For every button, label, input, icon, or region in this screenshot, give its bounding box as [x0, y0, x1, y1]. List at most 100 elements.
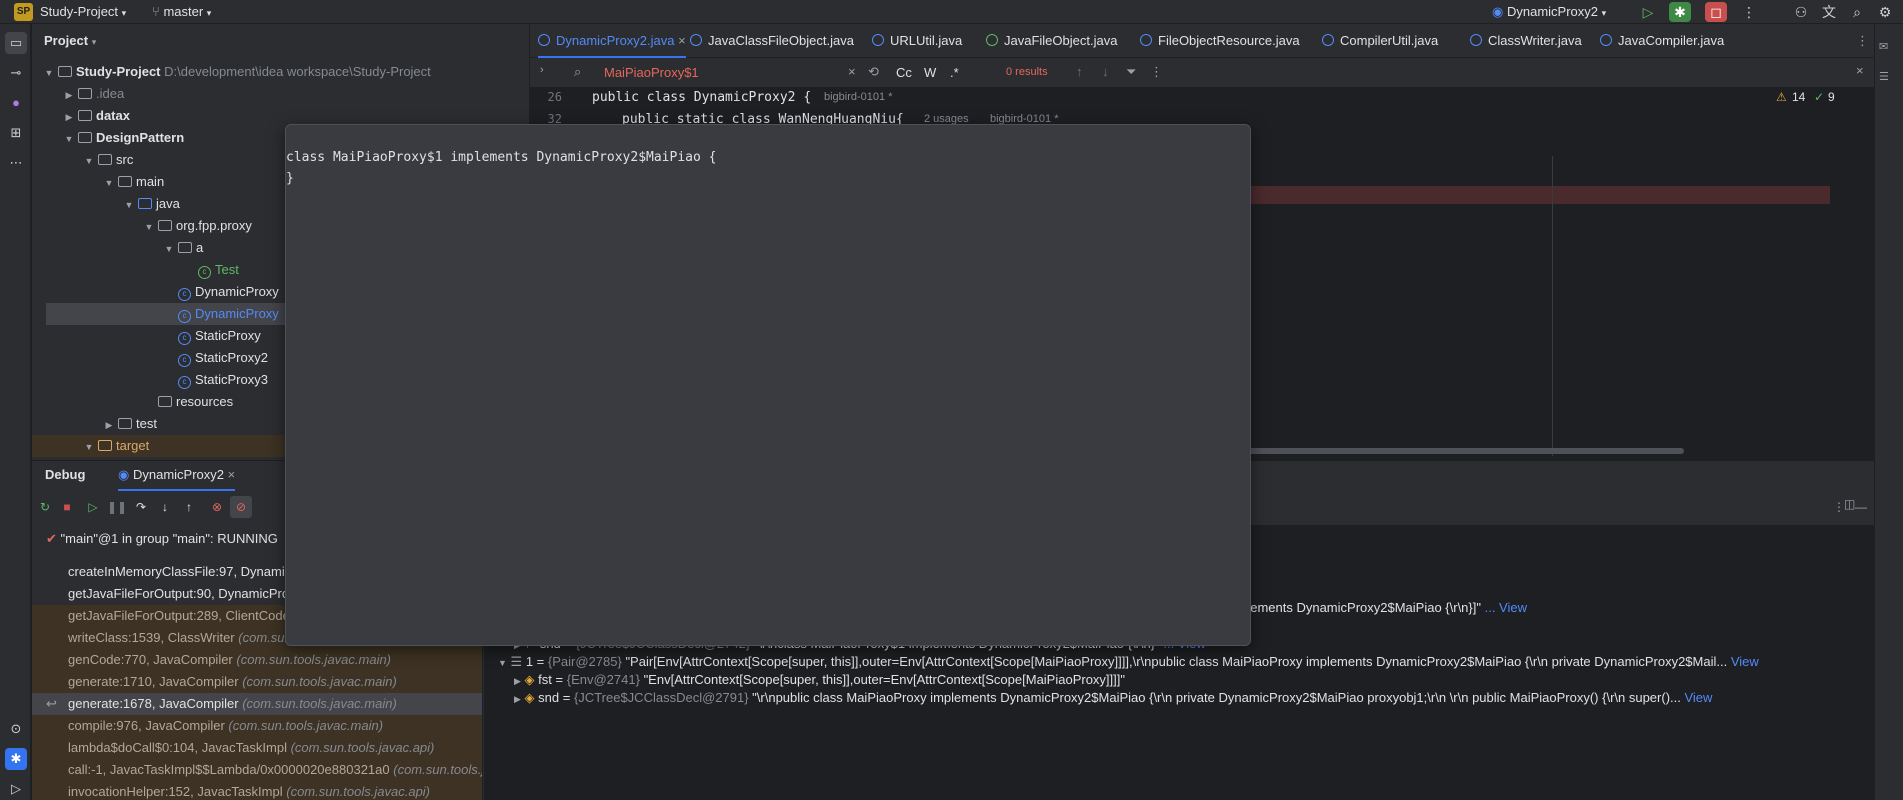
tree-item-study-project[interactable]: ▼ Study-Project D:\development\idea works… — [42, 61, 431, 83]
run-tool-icon[interactable]: ▷ — [5, 778, 27, 800]
project-switcher[interactable]: Study-Project ▾ — [40, 0, 126, 24]
resume-icon[interactable]: ▷ — [82, 496, 104, 518]
warning-icon[interactable]: ⚠ — [1776, 90, 1787, 104]
checks-count[interactable]: 9 — [1828, 90, 1835, 104]
services-tool-icon[interactable]: ⊙ — [5, 718, 27, 740]
view-link[interactable]: View — [1684, 690, 1712, 705]
tab-javacompiler[interactable]: JavaCompiler.java — [1600, 24, 1724, 58]
tab-debug-session[interactable]: ◉ DynamicProxy2 × — [118, 467, 236, 491]
rerun-icon[interactable]: ▷ — [1637, 2, 1659, 22]
warnings-count[interactable]: 14 — [1792, 90, 1805, 104]
add-user-icon[interactable]: ⚇ — [1790, 2, 1812, 22]
tab-urlutil[interactable]: URLUtil.java — [872, 24, 962, 58]
return-icon: ↩ — [46, 696, 57, 711]
match-case-toggle[interactable]: Cc — [896, 65, 912, 80]
clear-icon[interactable]: × — [848, 64, 856, 79]
view-link[interactable]: View — [1731, 654, 1759, 669]
tabs-more-icon[interactable]: ⋮ — [1856, 24, 1869, 58]
tree-item-java[interactable]: ▼ java — [122, 193, 180, 215]
close-icon[interactable]: × — [228, 467, 236, 482]
translate-icon[interactable]: 文 — [1818, 2, 1840, 22]
step-over-icon[interactable]: ↷ — [130, 496, 152, 518]
tree-item-package[interactable]: ▼ org.fpp.proxy — [142, 215, 252, 237]
breakpoint-line-highlight — [1230, 186, 1830, 204]
tab-javaclassfileobject[interactable]: JavaClassFileObject.java — [690, 24, 854, 58]
stack-frame[interactable]: lambda$doCall$0:104, JavacTaskImpl (com.… — [32, 737, 482, 759]
pause-icon[interactable]: ❚❚ — [106, 496, 128, 518]
chevron-down-icon: ▾ — [91, 37, 97, 47]
stack-frame-current[interactable]: ↩ generate:1678, JavaCompiler (com.sun.to… — [32, 693, 482, 715]
debug-run-icon[interactable]: ✱ — [1669, 2, 1691, 22]
tree-item-staticproxy3[interactable]: c StaticProxy3 — [176, 369, 268, 391]
step-into-icon[interactable]: ↓ — [154, 496, 176, 518]
project-panel-header[interactable]: Project ▾ — [32, 24, 96, 58]
commit-tool-icon[interactable]: ⊸ — [5, 62, 27, 84]
variable-name: snd — [538, 690, 560, 705]
prev-occurrence-icon[interactable]: ↑ — [1076, 64, 1083, 79]
words-toggle[interactable]: W — [924, 65, 936, 80]
stack-frame[interactable]: call:-1, JavacTaskImpl$$Lambda/0x0000020… — [32, 759, 482, 781]
rerun-icon[interactable]: ↻ — [34, 496, 56, 518]
project-tool-icon[interactable]: ▭ — [5, 32, 27, 54]
close-icon[interactable]: × — [678, 33, 686, 48]
tab-fileobjectresource[interactable]: FileObjectResource.java — [1140, 24, 1300, 58]
tab-classwriter[interactable]: ClassWriter.java — [1470, 24, 1582, 58]
tree-item-a[interactable]: ▼ a — [162, 237, 204, 259]
stack-frame[interactable]: genCode:770, JavaCompiler (com.sun.tools… — [32, 649, 482, 671]
horizontal-scrollbar[interactable] — [1180, 448, 1684, 454]
stack-frame[interactable]: invocationHelper:152, JavacTaskImpl (com… — [32, 781, 482, 800]
mute-breakpoints-icon[interactable]: ⊘ — [230, 496, 252, 518]
structure-tool-icon[interactable]: ⊞ — [5, 122, 27, 144]
project-badge[interactable]: SP — [14, 3, 33, 21]
notifications-icon[interactable]: ✉ — [1879, 40, 1899, 60]
chevron-right-icon[interactable]: › — [540, 64, 544, 76]
check-icon[interactable]: ✓ — [1814, 90, 1824, 104]
debug-tool-icon[interactable]: ✱ — [5, 748, 27, 770]
value-popup[interactable]: class MaiPiaoProxy$1 implements DynamicP… — [285, 124, 1251, 646]
layout-icon[interactable]: ◫ — [1844, 497, 1855, 511]
tree-item-staticproxy2[interactable]: c StaticProxy2 — [176, 347, 268, 369]
plugin-tool-icon[interactable]: ● — [5, 92, 27, 114]
chevron-down-icon: ▼ — [44, 68, 54, 78]
stack-frame[interactable]: compile:976, JavaCompiler (com.sun.tools… — [32, 715, 482, 737]
close-find-icon[interactable]: × — [1856, 63, 1864, 78]
tree-item-test-class[interactable]: c Test — [196, 259, 239, 281]
stack-frame[interactable]: generate:1710, JavaCompiler (com.sun.too… — [32, 671, 482, 693]
tree-item-dynamicproxy[interactable]: c DynamicProxy — [176, 281, 279, 303]
run-config-selector[interactable]: ◉ DynamicProxy2 ▾ — [1492, 0, 1606, 24]
class-icon: c — [178, 310, 191, 323]
find-input[interactable]: MaiPiaoProxy$1 — [604, 65, 699, 80]
variable-name: fst — [538, 672, 552, 687]
stop-icon[interactable]: ■ — [56, 496, 78, 518]
tree-item-main[interactable]: ▼ main — [102, 171, 165, 193]
tree-item-idea[interactable]: ▶ .idea — [62, 83, 125, 105]
next-occurrence-icon[interactable]: ↓ — [1102, 64, 1109, 79]
step-out-icon[interactable]: ↑ — [178, 496, 200, 518]
branch-switcher[interactable]: ⑂ master ▾ — [152, 0, 211, 24]
tree-item-staticproxy[interactable]: c StaticProxy — [176, 325, 261, 347]
more-icon[interactable]: ⋮ — [1150, 64, 1163, 80]
tree-item-designpattern[interactable]: ▼ DesignPattern — [62, 127, 185, 149]
tree-item-src[interactable]: ▼ src — [82, 149, 134, 171]
tab-compilerutil[interactable]: CompilerUtil.java — [1322, 24, 1438, 58]
tree-item-dynamicproxy2[interactable]: c DynamicProxy — [46, 303, 286, 325]
more-tools-icon[interactable]: ⋯ — [5, 152, 27, 174]
tree-item-label: src — [116, 152, 134, 167]
regex-toggle[interactable]: .* — [950, 65, 959, 80]
view-breakpoints-icon[interactable]: ⊗ — [206, 496, 228, 518]
settings-icon[interactable]: ⚙ — [1874, 2, 1896, 22]
search-icon[interactable]: ⌕ — [1846, 2, 1868, 22]
stop-icon[interactable]: ◻ — [1705, 2, 1727, 22]
tab-dynamicproxy2[interactable]: DynamicProxy2.java × — [538, 24, 686, 58]
database-icon[interactable]: ☰ — [1879, 70, 1899, 90]
search-icon[interactable]: ⌕ — [574, 64, 581, 80]
tree-item-datax[interactable]: ▶ datax — [62, 105, 130, 127]
tab-javafileobject[interactable]: JavaFileObject.java — [986, 24, 1117, 58]
more-icon[interactable]: ⋮ — [1738, 2, 1760, 22]
tree-item-test[interactable]: ▶ test — [102, 413, 157, 435]
filter-icon[interactable]: ⏷ — [1126, 64, 1136, 80]
replace-toggle-icon[interactable]: ⟲ — [868, 64, 879, 80]
tree-item-resources[interactable]: resources — [142, 391, 233, 413]
variable-row[interactable]: ▶ ◈ snd = {JCTree$JCClassDecl@2791} "\r\… — [514, 687, 1712, 709]
view-link[interactable]: ... View — [1485, 600, 1527, 615]
